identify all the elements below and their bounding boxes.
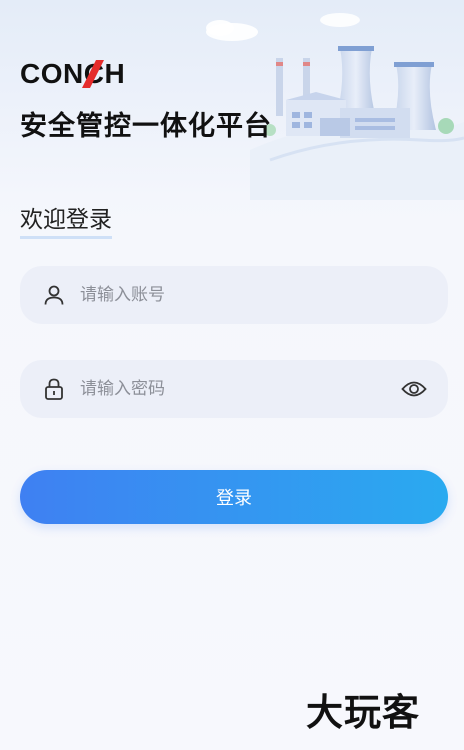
- welcome-heading: 欢迎登录: [20, 200, 112, 239]
- logo-text: CONCH: [20, 58, 125, 89]
- header-illustration: [0, 0, 464, 200]
- app-title: 安全管控一体化平台: [20, 111, 272, 142]
- user-icon: [42, 283, 66, 307]
- watermark-text: 大玩客: [306, 691, 420, 734]
- lock-icon: [42, 377, 66, 401]
- password-input[interactable]: [80, 379, 400, 399]
- conch-logo: CONCH: [20, 58, 125, 89]
- account-field[interactable]: [20, 266, 448, 324]
- login-button[interactable]: 登录: [20, 470, 448, 524]
- account-input[interactable]: [80, 285, 448, 305]
- eye-icon[interactable]: [400, 377, 428, 401]
- password-field[interactable]: [20, 360, 448, 418]
